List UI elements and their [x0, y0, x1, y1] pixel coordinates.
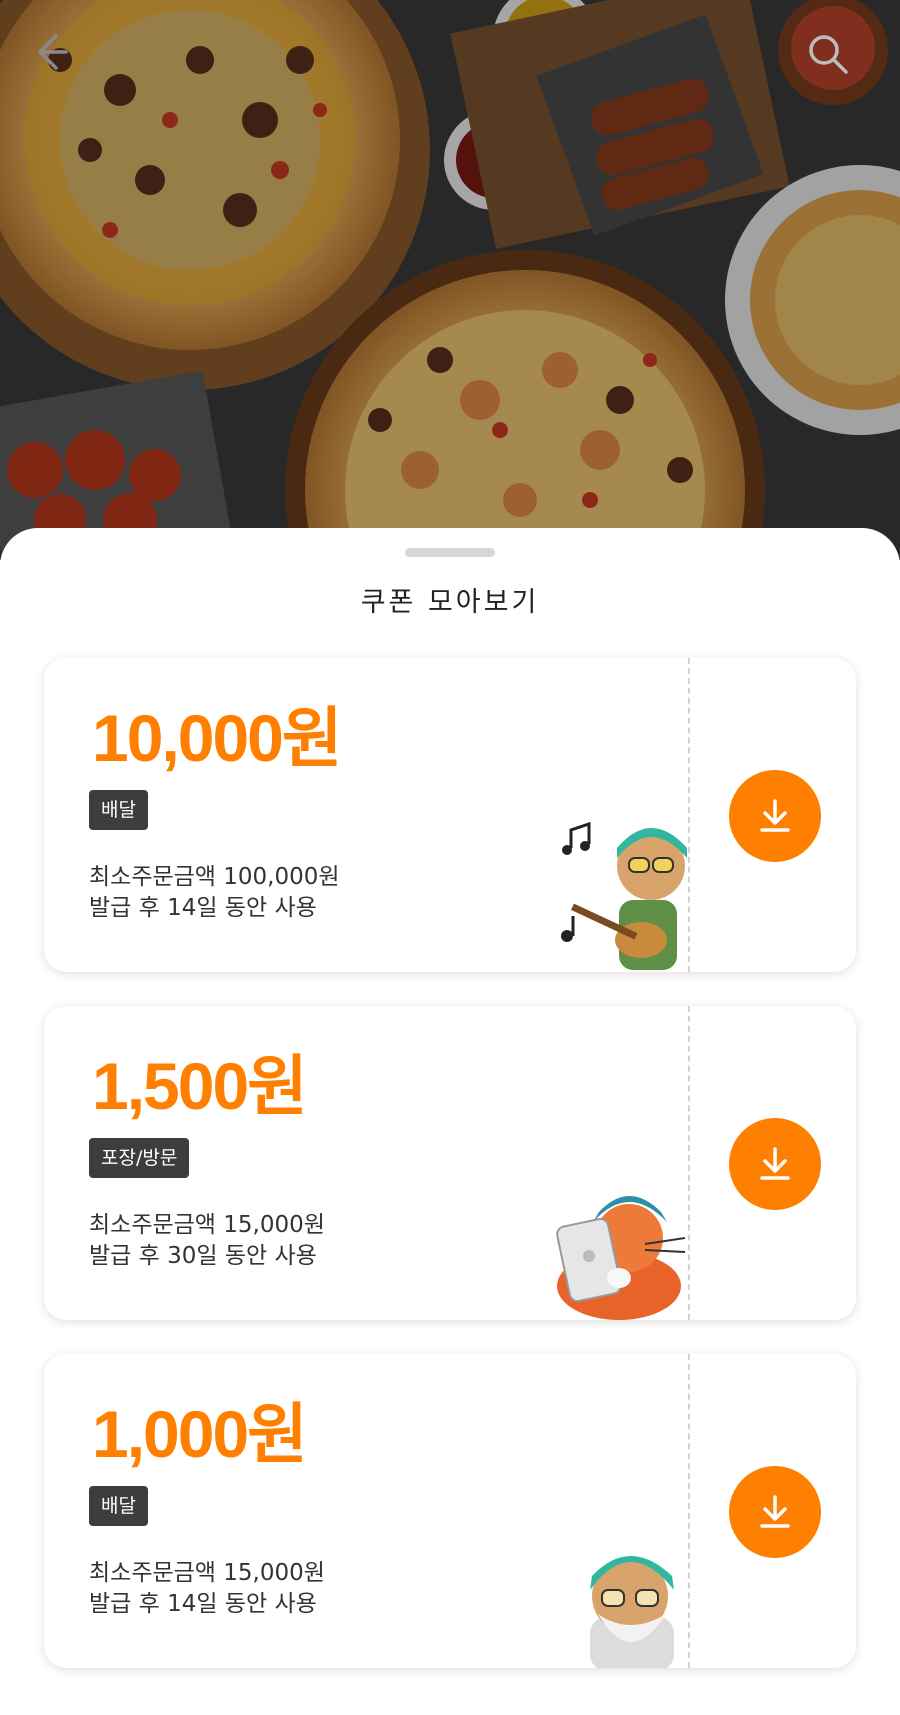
download-icon: [760, 799, 790, 832]
coupon-conditions: 최소주문금액 15,000원 발급 후 30일 동안 사용: [89, 1210, 325, 1272]
coupon-perforation: [688, 1006, 690, 1320]
coupon-conditions: 최소주문금액 15,000원 발급 후 14일 동안 사용: [89, 1558, 325, 1620]
search-icon: [809, 35, 848, 74]
coupon-card: 10,000원 배달 최소주문금액 100,000원 발급 후 14일 동안 사…: [44, 658, 856, 972]
hero-dim-overlay: [0, 0, 900, 560]
download-icon: [760, 1147, 790, 1180]
search-button[interactable]: [806, 32, 870, 96]
hero-food-image: [0, 0, 900, 560]
coupon-validity: 발급 후 30일 동안 사용: [89, 1243, 317, 1269]
coupon-min-order: 최소주문금액 100,000원: [89, 864, 340, 890]
download-coupon-button[interactable]: [729, 1118, 821, 1210]
beard-character-illustration: [590, 1556, 674, 1668]
coupon-min-order: 최소주문금액 15,000원: [89, 1212, 325, 1238]
cat-tablet-character-illustration: [556, 1196, 686, 1320]
sheet-title: 쿠폰 모아보기: [360, 587, 540, 618]
coupon-min-order: 최소주문금액 15,000원: [89, 1560, 325, 1586]
coupon-conditions: 최소주문금액 100,000원 발급 후 14일 동안 사용: [89, 862, 340, 924]
guitar-character-illustration: [561, 821, 687, 970]
coupon-card: 1,000원 배달 최소주문금액 15,000원 발급 후 14일 동안 사용: [44, 1354, 856, 1668]
coupon-card: 1,500원 포장/방문 최소주문금액 15,000원 발급 후 30일 동안 …: [44, 1006, 856, 1320]
sheet-drag-handle[interactable]: [405, 548, 495, 557]
back-button[interactable]: [30, 32, 94, 96]
back-arrow-icon: [38, 34, 68, 70]
coupon-amount: 10,000원: [92, 701, 343, 775]
download-coupon-button[interactable]: [729, 770, 821, 862]
coupon-amount: 1,500원: [92, 1049, 308, 1123]
coupon-type-badge: 배달: [89, 790, 148, 830]
download-icon: [760, 1495, 790, 1528]
coupon-perforation: [688, 1354, 690, 1668]
coupon-amount: 1,000원: [92, 1397, 308, 1471]
coupon-validity: 발급 후 14일 동안 사용: [89, 1591, 317, 1617]
coupon-perforation: [688, 658, 690, 972]
download-coupon-button[interactable]: [729, 1466, 821, 1558]
coupon-bottom-sheet: 쿠폰 모아보기 10,000원 배달 최소주문금액 100,000원 발급 후 …: [0, 528, 900, 1715]
coupon-type-badge: 포장/방문: [89, 1138, 190, 1178]
coupon-type-badge: 배달: [89, 1486, 148, 1526]
coupon-validity: 발급 후 14일 동안 사용: [89, 895, 317, 921]
